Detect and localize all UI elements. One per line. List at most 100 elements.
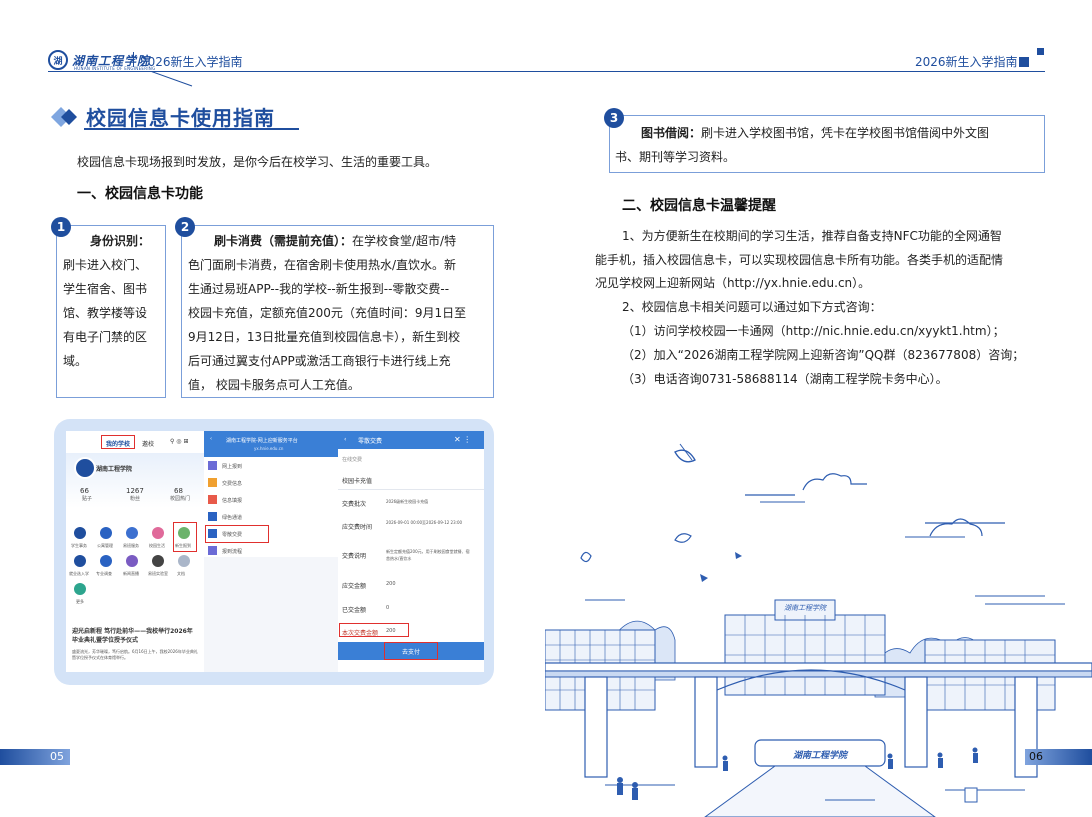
diamond-icon bbox=[51, 106, 77, 127]
app-icon[interactable] bbox=[126, 527, 138, 539]
app-label: 就业选入学 bbox=[69, 571, 89, 576]
badge-3: 3 bbox=[604, 108, 624, 128]
intro-text: 校园信息卡现场报到时发放，是你今后在校学习、生活的重要工具。 bbox=[77, 155, 438, 169]
card2-line-2: 生通过易班APP--我的学校--新生报到--零散交费-- bbox=[188, 282, 450, 296]
menu-icon bbox=[208, 546, 217, 555]
card1-line-4: 有电子门禁的区 bbox=[63, 330, 148, 344]
app-icon[interactable] bbox=[126, 555, 138, 567]
fee-row-value: 2026级新生校园卡充值 bbox=[386, 499, 429, 504]
header-square-decoration bbox=[1019, 57, 1029, 67]
heading-card-functions: 一、校园信息卡功能 bbox=[77, 186, 203, 202]
header-rule-notch bbox=[150, 71, 193, 87]
portal-header bbox=[204, 431, 338, 457]
reminder-p1-line-2: 能手机，插入校园信息卡，可以实现校园信息卡所有功能。各类手机的适配情 bbox=[595, 253, 1004, 267]
app-label: 易班实验室 bbox=[148, 571, 168, 576]
stat-fans-label: 粉丝 bbox=[130, 496, 141, 502]
school-seal-icon: 湖 bbox=[48, 50, 68, 70]
header-title-left: 2026新生入学指南 bbox=[140, 55, 243, 69]
fee-row-value: 新生定额充值200元，用于刷校园食堂就餐、宿舍热水/直饮水 bbox=[386, 549, 470, 561]
app-icon[interactable] bbox=[100, 555, 112, 567]
card1-line-3: 馆、教学楼等设 bbox=[63, 306, 148, 320]
back-icon[interactable]: ‹ bbox=[210, 436, 212, 442]
panel-misc-fee: ‹ 零散交费 ✕ ⋮ 在线交费 校园卡充值 交费批次 2026级新生校园卡充值 … bbox=[338, 431, 484, 672]
contact-item-3: （3）电话咨询0731-58688114（湖南工程学院卡务中心）。 bbox=[622, 372, 948, 386]
gate-sign: 湖南工程学院 bbox=[793, 750, 849, 761]
card1-line-5: 域。 bbox=[63, 354, 88, 368]
fee-section: 校园卡充值 bbox=[342, 478, 373, 485]
panel-yiban-home: 我的学校 邀校 ⚲ ◎ ⊞ 湖南工程学院 66 贴子 1267 粉丝 68 校园… bbox=[66, 431, 204, 672]
app-icon[interactable] bbox=[178, 555, 190, 567]
card2-title-line: 刷卡消费（需提前充值）：在学校食堂/超市/特 bbox=[214, 229, 456, 253]
card3-line-1: 图书借阅：刷卡进入学校图书馆，凭卡在学校图书馆借阅中外文图 bbox=[641, 124, 989, 141]
app-label: 新闻直播 bbox=[123, 571, 139, 576]
header-separator bbox=[133, 52, 134, 67]
section-title-underline bbox=[84, 128, 299, 130]
fee-row-key: 应交费时间 bbox=[342, 524, 373, 531]
highlight-box bbox=[339, 623, 409, 637]
app-icon[interactable] bbox=[100, 527, 112, 539]
page-number-right: 06 bbox=[1029, 750, 1043, 763]
fee-row-key: 交费批次 bbox=[342, 501, 367, 508]
tab-school-circle: 邀校 bbox=[142, 441, 155, 448]
app-icon[interactable] bbox=[74, 527, 86, 539]
fee-title: 零散交费 bbox=[358, 438, 383, 445]
app-screenshot-montage: 我的学校 邀校 ⚲ ◎ ⊞ 湖南工程学院 66 贴子 1267 粉丝 68 校园… bbox=[54, 419, 494, 685]
divider bbox=[338, 489, 484, 490]
menu-item[interactable]: 绿色通道 bbox=[222, 514, 242, 521]
menu-item[interactable]: 报到流程 bbox=[222, 548, 242, 555]
news-body: 盛夏流光，芳华璀璨，笃行启航。6月16日上午，我校2026年毕业典礼暨学位授予仪… bbox=[72, 649, 198, 660]
app-label: 学生事务 bbox=[71, 543, 87, 548]
app-label: 公寓管理 bbox=[97, 543, 113, 548]
campus-gate-illustration: 湖南工程学院 湖南工程学院 bbox=[545, 443, 1092, 817]
portal-url: yx.hnie.edu.cn bbox=[254, 446, 284, 451]
school-avatar bbox=[74, 457, 96, 479]
contact-item-1: （1）访问学校校园一卡通网（http://nic.hnie.edu.cn/xyy… bbox=[622, 324, 1005, 338]
highlight-box bbox=[384, 642, 438, 660]
fee-row-key: 已交金额 bbox=[342, 607, 367, 614]
card1-line-2: 学生宿舍、图书 bbox=[63, 282, 148, 296]
menu-icon bbox=[208, 512, 217, 521]
highlight-box bbox=[101, 435, 135, 449]
menu-item[interactable]: 交费信息 bbox=[222, 480, 242, 487]
app-icon[interactable] bbox=[152, 555, 164, 567]
close-icon[interactable]: ✕ ⋮ bbox=[454, 435, 471, 444]
app-label: 专业调查 bbox=[96, 571, 112, 576]
section-title: 校园信息卡使用指南 bbox=[50, 102, 275, 131]
card2-line-1: 色门面刷卡消费，在宿舍刷卡使用热水/直饮水。新 bbox=[188, 258, 457, 272]
fee-row-key: 交费说明 bbox=[342, 553, 367, 560]
section-title-text: 校园信息卡使用指南 bbox=[86, 106, 275, 130]
fee-row-value: 2026-09-01 00:00至2026-09-12 23:00 bbox=[386, 520, 463, 525]
menu-icon bbox=[208, 461, 217, 470]
app-label: 新生报到 bbox=[175, 543, 191, 548]
menu-item[interactable]: 信息填报 bbox=[222, 497, 242, 504]
fee-breadcrumb: 在线交费 bbox=[342, 457, 363, 463]
badge-2: 2 bbox=[175, 217, 195, 237]
reminder-p1-line-1: 1、为方便新生在校期间的学习生活，推荐自备支持NFC功能的全网通智 bbox=[622, 229, 1002, 243]
app-label: 校园生活 bbox=[149, 543, 165, 548]
app-label: 易班服务 bbox=[123, 543, 139, 548]
reminder-p1-line-3: 况见学校网上迎新网站（http://yx.hnie.edu.cn）。 bbox=[595, 276, 871, 290]
app-label: 文档 bbox=[177, 571, 185, 576]
card1-line-1: 刷卡进入校门、 bbox=[63, 258, 148, 272]
page-number-left: 05 bbox=[50, 750, 64, 763]
app-icon[interactable] bbox=[74, 555, 86, 567]
stat-posts-label: 贴子 bbox=[82, 496, 93, 502]
news-title[interactable]: 迎光启新程 笃行赴前华——我校举行2026年毕业典礼暨学位授予仪式 bbox=[72, 627, 198, 645]
header-title-right: 2026新生入学指南 bbox=[915, 55, 1018, 69]
menu-icon bbox=[208, 478, 217, 487]
search-icon: ⚲ ◎ ⊞ bbox=[170, 438, 189, 445]
card2-line-5: 后可通过翼支付APP或激活工商银行卡进行线上充 bbox=[188, 354, 451, 368]
card2-line-3: 校园卡充值，定额充值200元（充值时间：9月1日至 bbox=[188, 306, 467, 320]
card2-line-6: 值， 校园卡服务点可人工充值。 bbox=[188, 378, 360, 392]
portal-title: 湖南工程学院-网上迎新服务平台 bbox=[226, 438, 298, 444]
app-icon[interactable] bbox=[152, 527, 164, 539]
menu-item[interactable]: 网上报到 bbox=[222, 463, 242, 470]
school-name: 湖南工程学院 bbox=[96, 466, 133, 473]
highlight-box bbox=[205, 525, 269, 543]
app-icon-more[interactable] bbox=[74, 583, 86, 595]
stat-fans-count: 1267 bbox=[126, 487, 144, 495]
card2-title: 刷卡消费（需提前充值）： bbox=[214, 234, 353, 248]
panel-portal: ‹ 湖南工程学院-网上迎新服务平台 yx.hnie.edu.cn 网上报到 交费… bbox=[204, 431, 338, 672]
back-icon[interactable]: ‹ bbox=[344, 436, 346, 443]
heading-reminders: 二、校园信息卡温馨提醒 bbox=[622, 198, 776, 214]
